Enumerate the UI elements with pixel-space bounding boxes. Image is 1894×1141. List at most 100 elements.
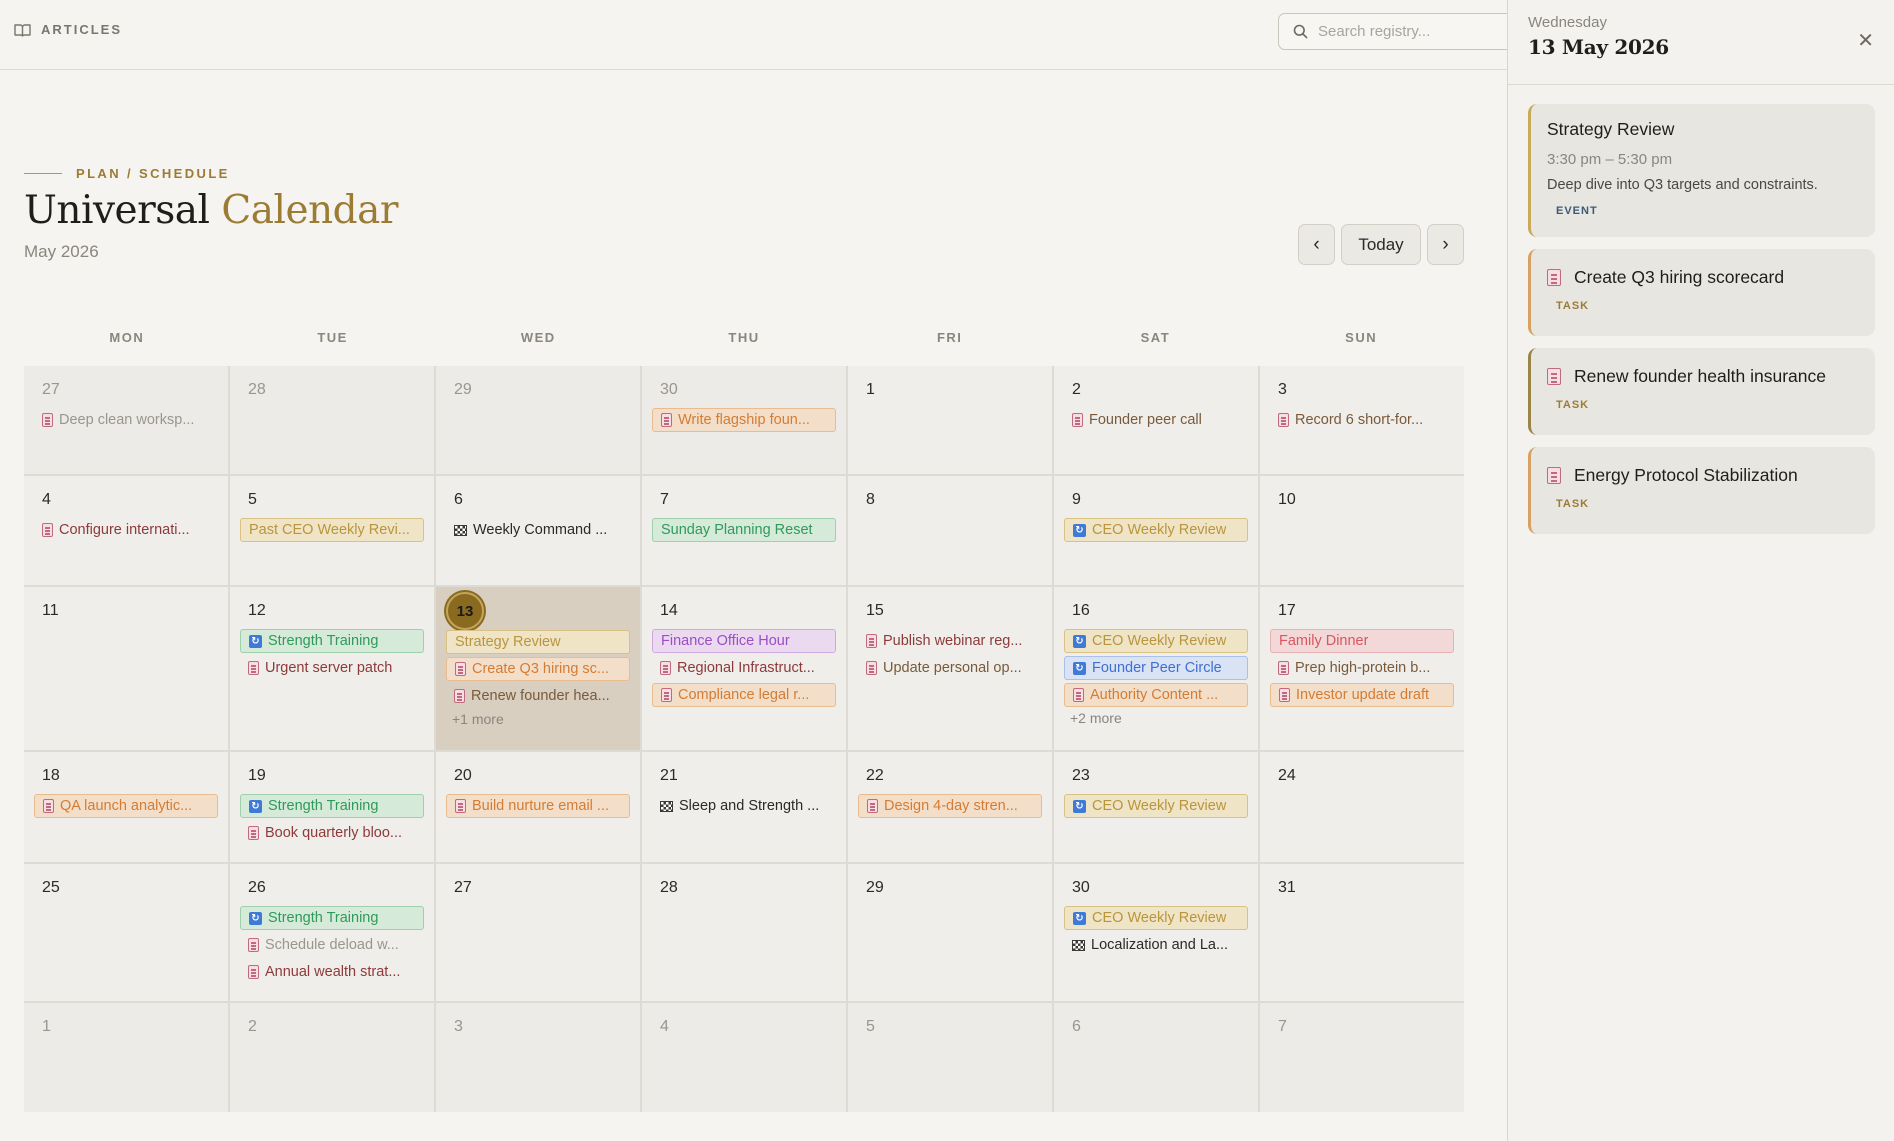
calendar-entry[interactable]: Prep high-protein b... (1270, 656, 1454, 680)
calendar-entry[interactable]: Family Dinner (1270, 629, 1454, 653)
day-cell[interactable]: 8 (848, 476, 1052, 585)
calendar-entry[interactable]: ↻ Founder Peer Circle (1064, 656, 1248, 680)
day-cell[interactable]: 9 ↻ CEO Weekly Review (1054, 476, 1258, 585)
calendar-entry[interactable]: Renew founder hea... (446, 684, 630, 708)
day-cell[interactable]: 1 (24, 1003, 228, 1112)
today-button[interactable]: Today (1341, 224, 1421, 265)
day-cell[interactable]: 20 Build nurture email ... (436, 752, 640, 862)
calendar-entry[interactable]: Write flagship foun... (652, 408, 836, 432)
day-cell[interactable]: 30 Write flagship foun... (642, 366, 846, 474)
calendar-entry[interactable]: Compliance legal r... (652, 683, 836, 707)
calendar-entry[interactable]: Sunday Planning Reset (652, 518, 836, 542)
calendar-entry[interactable]: Record 6 short-for... (1270, 408, 1454, 432)
day-cell[interactable]: 17 Family Dinner Prep high-protein b... Inv… (1260, 587, 1464, 750)
calendar-entry[interactable]: Deep clean worksp... (34, 408, 218, 432)
day-cell[interactable]: 5 Past CEO Weekly Revi... (230, 476, 434, 585)
calendar-entry[interactable]: ↻ CEO Weekly Review (1064, 794, 1248, 818)
day-cell[interactable]: 18 QA launch analytic... (24, 752, 228, 862)
day-number: 10 (1278, 491, 1296, 508)
day-cell[interactable]: 29 (436, 366, 640, 474)
day-cell[interactable]: 6 Weekly Command ... (436, 476, 640, 585)
day-cell[interactable]: 12 ↻ Strength Training Urgent server patch (230, 587, 434, 750)
entry-label: Create Q3 hiring sc... (472, 661, 609, 677)
calendar-entry[interactable]: Annual wealth strat... (240, 960, 424, 984)
calendar-entry[interactable]: Finance Office Hour (652, 629, 836, 653)
day-cell[interactable]: 25 (24, 864, 228, 1001)
calendar-entry[interactable]: Sleep and Strength ... (652, 794, 836, 818)
day-cell[interactable]: 2 (230, 1003, 434, 1112)
task-card[interactable]: Energy Protocol Stabilization TASK (1528, 447, 1875, 534)
day-cell[interactable]: 22 Design 4-day stren... (848, 752, 1052, 862)
day-cell[interactable]: 14 Finance Office Hour Regional Infrastruc… (642, 587, 846, 750)
search-input[interactable] (1318, 23, 1518, 40)
calendar-entry[interactable]: Book quarterly bloo... (240, 821, 424, 845)
day-cell[interactable]: 28 (642, 864, 846, 1001)
calendar-entry[interactable]: Weekly Command ... (446, 518, 630, 542)
calendar-entry[interactable]: Build nurture email ... (446, 794, 630, 818)
calendar-entry[interactable]: Urgent server patch (240, 656, 424, 680)
calendar-entry[interactable]: ↻ Strength Training (240, 629, 424, 653)
day-cell[interactable]: 31 (1260, 864, 1464, 1001)
calendar-entry[interactable]: Past CEO Weekly Revi... (240, 518, 424, 542)
search-box[interactable] (1278, 13, 1538, 50)
day-cell[interactable]: 21 Sleep and Strength ... (642, 752, 846, 862)
day-cell[interactable]: 24 (1260, 752, 1464, 862)
calendar-entry[interactable]: ↻ CEO Weekly Review (1064, 906, 1248, 930)
event-card[interactable]: Strategy Review 3:30 pm – 5:30 pm Deep d… (1528, 104, 1875, 237)
calendar-entry[interactable]: Regional Infrastruct... (652, 656, 836, 680)
task-icon (866, 634, 877, 648)
day-cell[interactable]: 23 ↻ CEO Weekly Review (1054, 752, 1258, 862)
calendar-entry[interactable]: Founder peer call (1064, 408, 1248, 432)
calendar-entry[interactable]: ↻ CEO Weekly Review (1064, 629, 1248, 653)
calendar-entry[interactable]: ↻ CEO Weekly Review (1064, 518, 1248, 542)
calendar-entry[interactable]: Schedule deload w... (240, 933, 424, 957)
calendar-entry[interactable]: ↻ Strength Training (240, 906, 424, 930)
day-cell[interactable]: 1 (848, 366, 1052, 474)
day-cell[interactable]: 7 Sunday Planning Reset (642, 476, 846, 585)
more-entries-link[interactable]: +1 more (452, 711, 630, 727)
day-cell[interactable]: 27 (436, 864, 640, 1001)
day-cell[interactable]: 29 (848, 864, 1052, 1001)
day-cell[interactable]: 28 (230, 366, 434, 474)
day-cell[interactable]: 3 Record 6 short-for... (1260, 366, 1464, 474)
recurring-icon: ↻ (1073, 634, 1086, 648)
calendar-entry[interactable]: Strategy Review (446, 630, 630, 654)
calendar-entry[interactable]: Configure internati... (34, 518, 218, 542)
entry-label: Past CEO Weekly Revi... (249, 522, 410, 538)
calendar-entry[interactable]: ↻ Strength Training (240, 794, 424, 818)
day-cell[interactable]: 26 ↻ Strength Training Schedule deload w...… (230, 864, 434, 1001)
day-cell[interactable]: 2 Founder peer call (1054, 366, 1258, 474)
day-cell[interactable]: 10 (1260, 476, 1464, 585)
day-cell[interactable]: 6 (1054, 1003, 1258, 1112)
calendar-entry[interactable]: Design 4-day stren... (858, 794, 1042, 818)
calendar-entry[interactable]: Authority Content ... (1064, 683, 1248, 707)
calendar-entry[interactable]: Localization and La... (1064, 933, 1248, 957)
more-entries-link[interactable]: +2 more (1070, 710, 1248, 726)
day-cell[interactable]: 4 (642, 1003, 846, 1112)
task-card[interactable]: Create Q3 hiring scorecard TASK (1528, 249, 1875, 336)
day-cell[interactable]: 3 (436, 1003, 640, 1112)
entry-label: Founder Peer Circle (1092, 660, 1222, 676)
day-cell[interactable]: 19 ↻ Strength Training Book quarterly bloo.… (230, 752, 434, 862)
day-cell[interactable]: 30 ↻ CEO Weekly Review Localization and La.… (1054, 864, 1258, 1001)
task-card[interactable]: Renew founder health insurance TASK (1528, 348, 1875, 435)
next-month-button[interactable]: › (1427, 224, 1464, 265)
day-cell[interactable]: 15 Publish webinar reg... Update personal … (848, 587, 1052, 750)
prev-month-button[interactable]: ‹ (1298, 224, 1335, 265)
calendar-entry[interactable]: Investor update draft (1270, 683, 1454, 707)
articles-link[interactable]: ARTICLES (14, 22, 122, 37)
day-cell[interactable]: 7 (1260, 1003, 1464, 1112)
day-cell[interactable]: 4 Configure internati... (24, 476, 228, 585)
day-cell[interactable]: 5 (848, 1003, 1052, 1112)
day-cell[interactable]: 13 Strategy Review Create Q3 hiring sc... R… (436, 587, 640, 750)
calendar-entry[interactable]: Update personal op... (858, 656, 1042, 680)
close-icon[interactable]: ✕ (1857, 28, 1874, 53)
day-number: 1 (866, 381, 875, 398)
calendar-entry[interactable]: Create Q3 hiring sc... (446, 657, 630, 681)
day-cell[interactable]: 11 (24, 587, 228, 750)
day-cell[interactable]: 16 ↻ CEO Weekly Review ↻ Founder Peer Circle… (1054, 587, 1258, 750)
calendar-entry[interactable]: QA launch analytic... (34, 794, 218, 818)
page-title: Universal Calendar (24, 188, 398, 233)
calendar-entry[interactable]: Publish webinar reg... (858, 629, 1042, 653)
day-cell[interactable]: 27 Deep clean worksp... (24, 366, 228, 474)
